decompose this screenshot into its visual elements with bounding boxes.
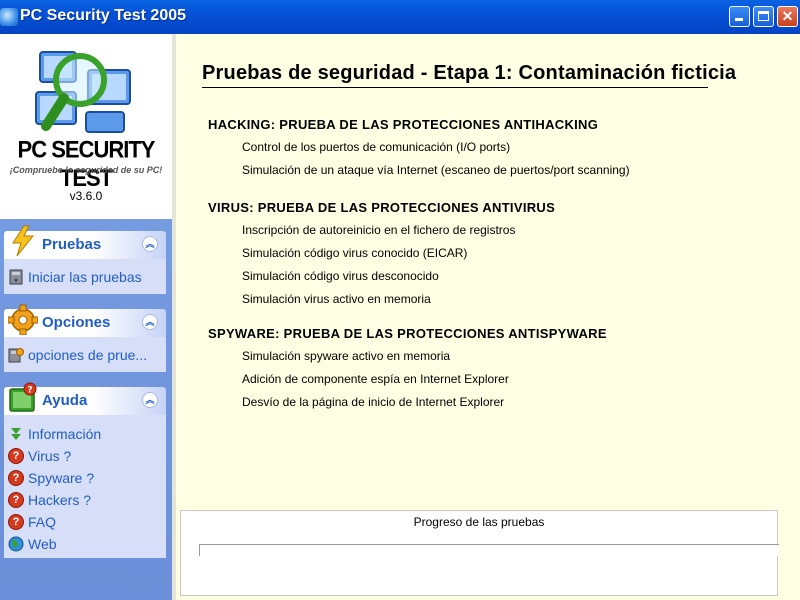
minimize-button[interactable] bbox=[729, 6, 750, 27]
sidebar: PC SECURITY TEST ¡Compruebe la seguridad… bbox=[0, 34, 172, 600]
section-heading-virus: VIRUS: PRUEBA DE LAS PROTECCIONES ANTIVI… bbox=[208, 200, 556, 215]
panel-header-pruebas[interactable]: Pruebas ︽ bbox=[4, 225, 166, 259]
sidebar-item-label: Iniciar las pruebas bbox=[28, 269, 142, 285]
sidebar-item-virus[interactable]: ? Virus ? bbox=[8, 446, 71, 466]
logo-name: PC SECURITY TEST bbox=[17, 135, 156, 192]
collapse-chevron-icon[interactable]: ︽ bbox=[142, 392, 158, 408]
sidebar-item-label: Spyware ? bbox=[28, 470, 95, 486]
sidebar-item-iniciar-pruebas[interactable]: Iniciar las pruebas bbox=[8, 267, 142, 287]
help-icon: ? bbox=[8, 514, 24, 530]
help-book-icon: ? bbox=[9, 382, 37, 412]
panel-title-pruebas: Pruebas bbox=[42, 236, 102, 253]
main-content: Pruebas de seguridad - Etapa 1: Contamin… bbox=[172, 34, 800, 600]
sidebar-item-label: FAQ bbox=[28, 514, 57, 530]
panel-title-ayuda: Ayuda bbox=[42, 392, 88, 409]
panel-body-pruebas: Iniciar las pruebas bbox=[4, 259, 166, 294]
gear-icon bbox=[8, 304, 38, 335]
window-title: PC Security Test 2005 bbox=[20, 7, 187, 24]
help-icon: ? bbox=[8, 470, 24, 486]
progress-label: Progreso de las pruebas bbox=[413, 515, 545, 529]
test-item: Simulación código virus desconocido bbox=[242, 269, 439, 283]
sidebar-item-faq[interactable]: ? FAQ bbox=[8, 512, 56, 532]
pc-icon bbox=[8, 269, 24, 285]
panel-body-ayuda: Información ? Virus ? ? Spyware ? ? Hack… bbox=[4, 415, 166, 558]
sidebar-item-label: Virus ? bbox=[28, 448, 72, 464]
sidebar-item-label: Web bbox=[28, 536, 57, 552]
panel-header-opciones[interactable]: Opciones ︽ bbox=[4, 304, 166, 337]
page-title: Pruebas de seguridad - Etapa 1: Contamin… bbox=[202, 62, 737, 84]
logo-slogan: ¡Compruebe la seguridad de su PC! bbox=[9, 165, 163, 175]
test-item: Adición de componente espía en Internet … bbox=[242, 372, 509, 386]
options-pc-icon bbox=[8, 347, 24, 363]
title-bar[interactable]: PC Security Test 2005 ✕ bbox=[0, 0, 800, 34]
minimize-icon bbox=[735, 18, 743, 21]
test-item: Simulación de un ataque vía Internet (es… bbox=[242, 163, 630, 177]
sidebar-item-label: Información bbox=[28, 426, 102, 442]
sidebar-item-informacion[interactable]: Información bbox=[8, 424, 101, 444]
test-item: Simulación spyware activo en memoria bbox=[242, 349, 451, 363]
test-item: Desvío de la página de inicio de Interne… bbox=[242, 395, 505, 409]
sidebar-item-web[interactable]: Web bbox=[8, 534, 57, 554]
sidebar-item-spyware[interactable]: ? Spyware ? bbox=[8, 468, 94, 488]
sidebar-item-label: Hackers ? bbox=[28, 492, 92, 508]
close-icon: ✕ bbox=[781, 8, 794, 24]
help-icon: ? bbox=[8, 492, 24, 508]
test-item: Inscripción de autoreinicio en el ficher… bbox=[242, 223, 516, 237]
logo-area: PC SECURITY TEST ¡Compruebe la seguridad… bbox=[0, 34, 172, 219]
close-button[interactable]: ✕ bbox=[777, 6, 798, 27]
maximize-icon bbox=[758, 11, 769, 21]
maximize-button[interactable] bbox=[753, 6, 774, 27]
progress-bar bbox=[199, 544, 779, 556]
section-heading-hacking: HACKING: PRUEBA DE LAS PROTECCIONES ANTI… bbox=[208, 117, 599, 132]
test-item: Simulación virus activo en memoria bbox=[242, 292, 431, 306]
sidebar-item-label: opciones de prue... bbox=[28, 347, 148, 363]
test-item: Control de los puertos de comunicación (… bbox=[242, 140, 511, 154]
help-icon: ? bbox=[8, 448, 24, 464]
sidebar-item-opciones-pruebas[interactable]: opciones de prue... bbox=[8, 345, 147, 365]
sidebar-item-hackers[interactable]: ? Hackers ? bbox=[8, 490, 91, 510]
panel-title-opciones: Opciones bbox=[42, 314, 111, 331]
title-underline bbox=[202, 87, 708, 88]
panel-header-ayuda[interactable]: ? Ayuda ︽ bbox=[4, 382, 166, 415]
green-arrow-icon bbox=[8, 426, 24, 442]
globe-icon bbox=[8, 536, 24, 552]
panel-body-opciones: opciones de prue... bbox=[4, 337, 166, 372]
version-label: v3.6.0 bbox=[69, 189, 103, 203]
svg-text:?: ? bbox=[27, 386, 32, 396]
lightning-icon bbox=[12, 225, 35, 257]
collapse-chevron-icon[interactable]: ︽ bbox=[142, 314, 158, 330]
progress-panel: Progreso de las pruebas bbox=[180, 510, 779, 596]
test-item: Simulación código virus conocido (EICAR) bbox=[242, 246, 468, 260]
section-heading-spyware: SPYWARE: PRUEBA DE LAS PROTECCIONES ANTI… bbox=[208, 326, 607, 341]
collapse-chevron-icon[interactable]: ︽ bbox=[142, 236, 158, 252]
app-icon bbox=[0, 8, 18, 26]
